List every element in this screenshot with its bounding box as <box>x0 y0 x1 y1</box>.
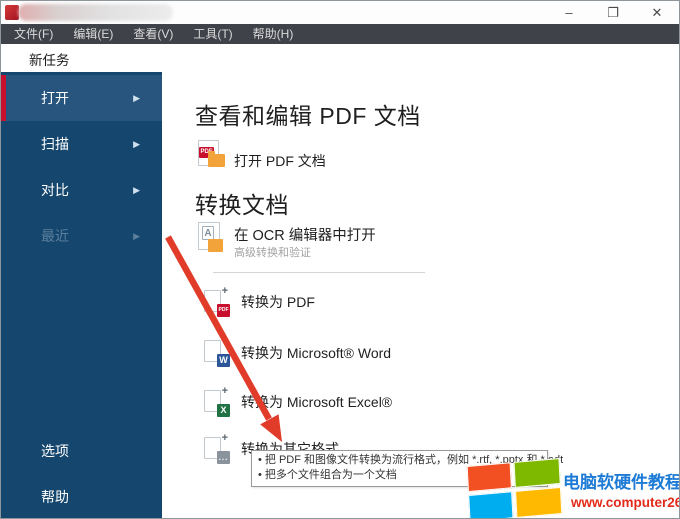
sidebar: 打开 ▶ 扫描 ▶ 对比 ▶ 最近 ▶ 选项 帮助 <box>1 72 162 518</box>
open-pdf-document-icon: PDF <box>198 140 228 172</box>
convert-to-word-link[interactable]: 转换为 Microsoft® Word <box>241 343 391 363</box>
close-button[interactable]: ✕ <box>635 1 679 24</box>
windows-flag-logo <box>466 457 563 518</box>
convert-to-excel-link[interactable]: 转换为 Microsoft Excel® <box>241 392 392 412</box>
plus-icon: + <box>221 432 228 444</box>
flag-orange <box>466 462 512 493</box>
sidebar-item-help[interactable]: 帮助 <box>1 474 162 518</box>
app-window: – ❐ ✕ 文件(F) 编辑(E) 查看(V) 工具(T) 帮助(H) 新任务 … <box>0 0 680 519</box>
open-pdf-document-link[interactable]: 打开 PDF 文档 <box>234 151 326 171</box>
ocr-editor-subtitle: 高级转换和验证 <box>234 247 311 259</box>
menu-help[interactable]: 帮助(H) <box>243 24 304 44</box>
watermark-site-name: 电脑软硬件教程网 <box>563 473 679 492</box>
main-content: 查看和编辑 PDF 文档 PDF 打开 PDF 文档 转换文档 A 在 OCR … <box>162 72 679 518</box>
sidebar-item-label: 打开 <box>41 90 69 106</box>
window-controls: – ❐ ✕ <box>547 1 679 24</box>
divider <box>213 272 425 273</box>
flag-green <box>513 457 561 488</box>
section-title-convert: 转换文档 <box>195 192 289 218</box>
plus-icon: + <box>221 335 228 347</box>
sidebar-item-compare[interactable]: 对比 ▶ <box>1 167 162 213</box>
sidebar-item-scan[interactable]: 扫描 ▶ <box>1 121 162 167</box>
convert-to-other-icon: + ... <box>204 432 230 464</box>
menubar: 文件(F) 编辑(E) 查看(V) 工具(T) 帮助(H) <box>1 24 679 44</box>
tabbar: 新任务 <box>1 44 679 72</box>
sidebar-item-label: 对比 <box>41 182 69 198</box>
redacted-title <box>18 4 173 21</box>
sidebar-item-options[interactable]: 选项 <box>1 428 162 474</box>
excel-badge: X <box>217 404 230 417</box>
plus-icon: + <box>221 385 228 397</box>
menu-view[interactable]: 查看(V) <box>123 24 183 44</box>
sidebar-item-label: 选项 <box>41 443 69 459</box>
tab-new-task[interactable]: 新任务 <box>29 49 70 69</box>
menu-edit[interactable]: 编辑(E) <box>63 24 123 44</box>
section-title-view-edit: 查看和编辑 PDF 文档 <box>195 103 421 129</box>
menu-tools[interactable]: 工具(T) <box>183 24 242 44</box>
sidebar-item-label: 最近 <box>41 228 69 244</box>
watermark: 电脑软硬件教程网 www.computer26.com <box>466 457 679 518</box>
folder-icon <box>208 151 225 167</box>
chevron-right-icon: ▶ <box>133 231 140 241</box>
chevron-right-icon: ▶ <box>133 139 140 149</box>
watermark-site-url: www.computer26.com <box>571 495 679 510</box>
open-in-ocr-editor-link[interactable]: 在 OCR 编辑器中打开 <box>234 224 376 245</box>
convert-to-excel-icon: + X <box>204 385 230 417</box>
plus-icon: + <box>221 285 228 297</box>
app-icon <box>5 5 19 20</box>
menu-file[interactable]: 文件(F) <box>4 24 63 44</box>
watermark-text: 电脑软硬件教程网 www.computer26.com <box>563 468 679 518</box>
flag-blue <box>468 491 514 518</box>
chevron-right-icon: ▶ <box>133 93 140 103</box>
convert-to-pdf-link[interactable]: 转换为 PDF <box>241 292 315 312</box>
convert-to-pdf-icon: + PDF <box>204 285 230 317</box>
titlebar: – ❐ ✕ <box>1 1 679 24</box>
convert-to-word-icon: + W <box>204 335 230 367</box>
word-badge: W <box>217 354 230 367</box>
sidebar-item-label: 帮助 <box>41 489 69 505</box>
ocr-letter: A <box>202 226 214 240</box>
flag-yellow <box>515 486 563 518</box>
sidebar-item-label: 扫描 <box>41 136 69 152</box>
sidebar-item-open[interactable]: 打开 ▶ <box>1 75 162 121</box>
chevron-right-icon: ▶ <box>133 185 140 195</box>
other-formats-badge: ... <box>217 451 230 464</box>
maximize-button[interactable]: ❐ <box>591 1 635 24</box>
ocr-editor-icon: A <box>198 222 228 256</box>
sidebar-item-recent[interactable]: 最近 ▶ <box>1 213 162 259</box>
minimize-button[interactable]: – <box>547 1 591 24</box>
folder-icon <box>208 239 223 252</box>
pdf-badge: PDF <box>217 304 230 317</box>
